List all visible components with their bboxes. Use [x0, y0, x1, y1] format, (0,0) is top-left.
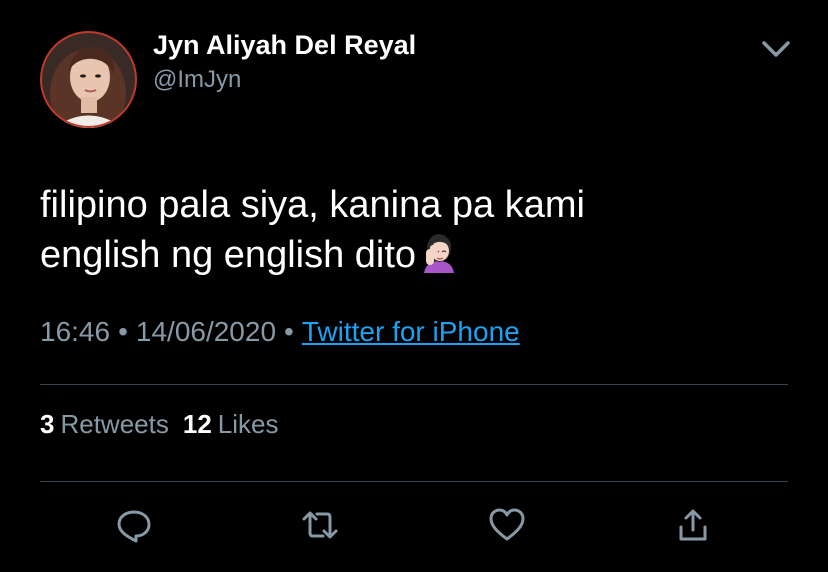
avatar[interactable] — [40, 31, 137, 128]
likes-label: Likes — [217, 409, 279, 439]
more-options-button[interactable] — [756, 30, 796, 66]
share-icon — [679, 509, 707, 541]
likes-stat[interactable]: 12 Likes — [183, 409, 279, 439]
share-button[interactable] — [673, 505, 713, 545]
like-button[interactable] — [487, 505, 527, 545]
tweet-date[interactable]: 14/06/2020 — [136, 316, 276, 347]
tweet-detail: Jyn Aliyah Del Reyal @ImJyn filipino pal… — [0, 0, 828, 572]
face-palm-woman-emoji — [424, 234, 455, 273]
meta-separator: • — [118, 316, 128, 347]
chevron-down-icon — [762, 41, 790, 57]
retweet-icon — [302, 511, 338, 539]
tweet-source-link[interactable]: Twitter for iPhone — [302, 316, 520, 347]
tweet-timestamp-row: 16:46 • 14/06/2020 • Twitter for iPhone — [40, 316, 520, 348]
retweets-count: 3 — [40, 409, 55, 439]
retweets-stat[interactable]: 3 Retweets — [40, 409, 169, 439]
tweet-text-segment: english ng english dito — [40, 234, 417, 276]
tweet-text: filipino pala siya, kanina pa kami engli… — [40, 180, 800, 280]
author-handle[interactable]: @ImJyn — [153, 66, 241, 94]
retweets-label: Retweets — [60, 409, 169, 439]
reply-icon — [117, 510, 151, 543]
author-display-name[interactable]: Jyn Aliyah Del Reyal — [153, 30, 416, 61]
tweet-time[interactable]: 16:46 — [40, 316, 110, 347]
likes-count: 12 — [182, 409, 212, 439]
meta-separator: • — [284, 316, 294, 347]
profile-photo-icon — [40, 31, 137, 128]
tweet-text-line: english ng english dito — [40, 230, 800, 280]
reply-button[interactable] — [114, 505, 154, 545]
divider — [40, 384, 788, 385]
tweet-text-line: filipino pala siya, kanina pa kami — [40, 184, 585, 226]
tweet-stats: 3 Retweets 12 Likes — [40, 409, 278, 440]
retweet-button[interactable] — [300, 505, 340, 545]
heart-icon — [489, 508, 525, 541]
divider — [40, 481, 788, 482]
